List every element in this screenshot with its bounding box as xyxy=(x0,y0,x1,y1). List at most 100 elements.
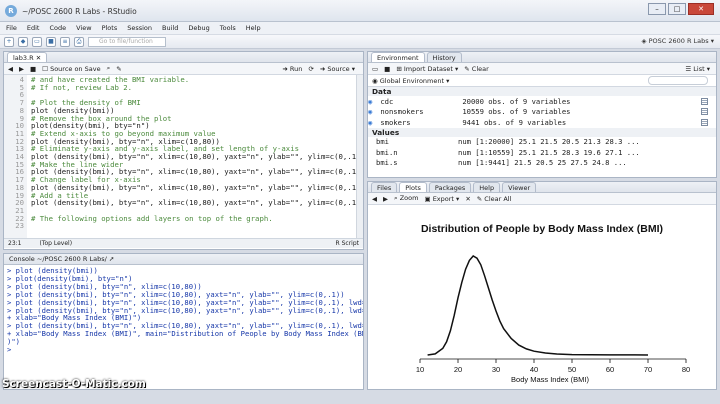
scope-indicator[interactable]: (Top Level) xyxy=(39,240,72,247)
menu-bar: File Edit Code View Plots Session Build Debug To… xyxy=(0,22,720,34)
view-table-icon[interactable] xyxy=(701,97,708,105)
save-all-icon[interactable]: ≡ xyxy=(60,36,70,47)
env-row[interactable]: ◉ nonsmokers 10559 obs. of 9 variables xyxy=(368,107,716,118)
x-tick-label: 30 xyxy=(492,365,500,374)
plots-tabs: Files Plots Packages Help Viewer xyxy=(368,182,716,193)
env-row[interactable]: bmi num [1:20000] 25.1 21.5 20.5 21.3 28.… xyxy=(368,137,716,148)
import-dataset-button[interactable]: ⊞ Import Dataset ▾ xyxy=(396,65,458,73)
list-label: List xyxy=(693,64,705,73)
code-line: # If not, review Lab 2. xyxy=(31,82,133,92)
tab-lab3[interactable]: lab3.R ✕ xyxy=(7,52,48,62)
goto-file-input[interactable]: Go to file/function xyxy=(88,36,166,47)
menu-item-session[interactable]: Session xyxy=(127,24,152,32)
open-file-icon[interactable]: ▭ xyxy=(32,36,42,47)
code-line: plot (density(bmi), bty="n", xlim=c(10,8… xyxy=(31,198,356,208)
data-list: ◉ cdc 20000 obs. of 9 variables ◉ nonsmoke… xyxy=(368,96,716,128)
source-on-save-label: Source on Save xyxy=(50,64,101,73)
clear-button[interactable]: ✎ Clear xyxy=(464,65,489,73)
close-button[interactable]: ✕ xyxy=(688,3,714,15)
x-tick-label: 70 xyxy=(644,365,652,374)
environment-tabs: Environment History xyxy=(368,52,716,63)
menu-item-tools[interactable]: Tools xyxy=(220,24,236,32)
wand-icon[interactable]: ✎ xyxy=(116,65,121,73)
source-button[interactable]: ➜ Source ▾ xyxy=(320,65,355,73)
tab-environment[interactable]: Environment xyxy=(371,52,425,62)
env-var-name: bmi.n xyxy=(376,147,398,157)
project-name: POSC 2600 R Labs xyxy=(648,37,709,45)
view-table-icon[interactable] xyxy=(701,108,708,116)
env-row[interactable]: bmi.n num [1:10559] 25.1 21.5 28.3 19.6 2… xyxy=(368,147,716,158)
tab-history[interactable]: History xyxy=(426,52,462,62)
run-button[interactable]: ➜ Run xyxy=(282,65,302,73)
console-output[interactable]: > plot (density(bmi)) > plot(density(bmi)… xyxy=(4,265,363,389)
source-on-save-checkbox[interactable]: ☐ Source on Save xyxy=(42,65,100,73)
x-tick-label: 20 xyxy=(454,365,462,374)
env-search-input[interactable] xyxy=(648,76,708,85)
window-title: ~/POSC 2600 R Labs - RStudio xyxy=(22,7,137,16)
tab-viewer[interactable]: Viewer xyxy=(502,182,537,192)
x-tick-label: 50 xyxy=(568,365,576,374)
file-type[interactable]: R Script xyxy=(336,240,359,247)
source-label: Source xyxy=(327,64,350,73)
tab-help[interactable]: Help xyxy=(473,182,501,192)
menu-item-help[interactable]: Help xyxy=(246,24,261,32)
save-icon[interactable]: ■ xyxy=(30,65,36,73)
menu-item-edit[interactable]: Edit xyxy=(27,24,40,32)
clear-all-label: Clear All xyxy=(484,194,512,203)
print-icon[interactable]: ⎙ xyxy=(74,36,84,47)
remove-plot-icon[interactable]: ✕ xyxy=(465,195,470,203)
menu-item-view[interactable]: View xyxy=(76,24,91,32)
editor-tabs: lab3.R ✕ xyxy=(4,52,363,63)
x-tick-label: 80 xyxy=(682,365,690,374)
data-section-header: Data xyxy=(368,87,716,96)
menu-item-debug[interactable]: Debug xyxy=(188,24,209,32)
save-workspace-icon[interactable]: ■ xyxy=(384,65,390,73)
tab-files[interactable]: Files xyxy=(371,182,398,192)
menu-item-code[interactable]: Code xyxy=(49,24,66,32)
console-line: > xyxy=(7,345,16,355)
clear-all-button[interactable]: ✎ Clear All xyxy=(477,195,512,203)
zoom-button[interactable]: ⌕ Zoom xyxy=(394,194,418,203)
menu-item-plots[interactable]: Plots xyxy=(102,24,118,32)
editor-toolbar: ◀ ▶ ■ ☐ Source on Save ⌕ ✎ ➜ Run ⟳ ➜ Sou… xyxy=(4,63,363,75)
view-table-icon[interactable] xyxy=(701,118,708,126)
export-button[interactable]: ▣ Export ▾ xyxy=(424,195,459,203)
menu-item-file[interactable]: File xyxy=(6,24,17,32)
env-var-value: 9441 obs. of 9 variables xyxy=(462,117,567,127)
list-view-toggle[interactable]: ☰ List ▾ xyxy=(685,65,710,73)
x-axis-ticks: 10 20 30 40 50 60 70 80 xyxy=(416,359,690,374)
back-icon[interactable]: ◀ xyxy=(8,65,13,73)
x-tick-label: 40 xyxy=(530,365,538,374)
tab-plots[interactable]: Plots xyxy=(399,182,427,192)
plots-toolbar: ◀ ▶ ⌕ Zoom ▣ Export ▾ ✕ ✎ Clear All xyxy=(368,193,716,205)
search-icon[interactable]: ⌕ xyxy=(107,64,111,73)
forward-icon[interactable]: ▶ xyxy=(19,65,24,73)
code-area[interactable]: 4 5 6 7 8 9 10 11 12 13 14 15 16 17 18 19 20 21 22 23 # and… xyxy=(4,75,363,238)
maximize-button[interactable]: □ xyxy=(668,3,686,15)
project-menu[interactable]: ◈ POSC 2600 R Labs ▾ xyxy=(642,37,715,45)
console-header: Console ~/POSC 2600 R Labs/ ➚ xyxy=(4,254,363,265)
env-row[interactable]: ◉ smokers 9441 obs. of 9 variables xyxy=(368,117,716,128)
menu-item-build[interactable]: Build xyxy=(162,24,178,32)
rerun-icon[interactable]: ⟳ xyxy=(308,65,313,73)
prev-plot-icon[interactable]: ◀ xyxy=(372,195,377,203)
new-file-icon[interactable]: + xyxy=(4,36,14,47)
minimize-button[interactable]: – xyxy=(648,3,666,15)
line-number: 23 xyxy=(15,221,24,231)
environment-dropdown[interactable]: ◉ Global Environment ▾ xyxy=(372,77,449,85)
environment-toolbar: ▭ ■ ⊞ Import Dataset ▾ ✎ Clear ☰ List ▾ xyxy=(368,63,716,75)
tab-packages[interactable]: Packages xyxy=(428,182,472,192)
editor-status-bar: 23:1 (Top Level) R Script xyxy=(4,238,363,248)
window-controls: – □ ✕ xyxy=(648,3,714,17)
values-list: bmi num [1:20000] 25.1 21.5 20.5 21.3 28.… xyxy=(368,137,716,169)
next-plot-icon[interactable]: ▶ xyxy=(383,195,388,203)
env-var-name: bmi xyxy=(376,137,389,147)
save-icon[interactable]: ■ xyxy=(46,36,56,47)
env-var-value: num [1:10559] 25.1 21.5 28.3 19.6 27.1 .… xyxy=(458,147,640,157)
open-project-icon[interactable]: ◆ xyxy=(18,36,28,47)
editor-scrollbar[interactable] xyxy=(356,75,363,238)
env-row[interactable]: ◉ cdc 20000 obs. of 9 variables xyxy=(368,96,716,107)
goto-dir-icon[interactable]: ➚ xyxy=(109,255,114,263)
env-row[interactable]: bmi.s num [1:9441] 21.5 20.5 25 27.5 24.8… xyxy=(368,158,716,169)
load-icon[interactable]: ▭ xyxy=(372,65,378,73)
